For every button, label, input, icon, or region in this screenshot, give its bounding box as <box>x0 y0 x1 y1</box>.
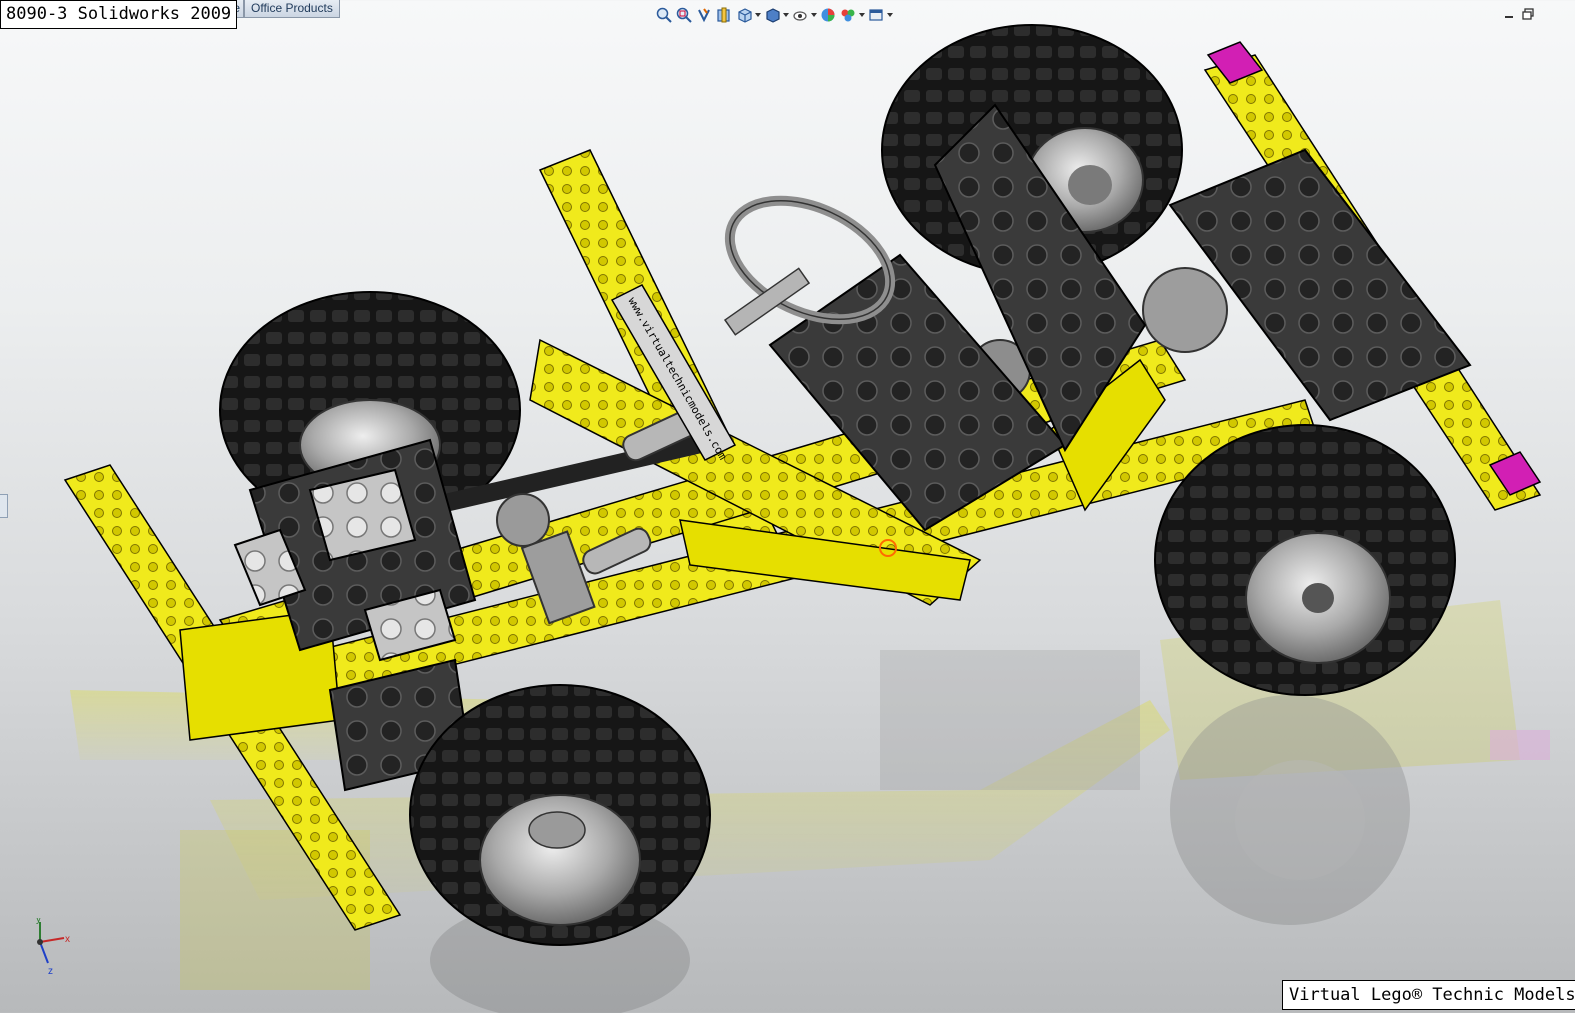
view-settings-icon[interactable] <box>867 6 885 24</box>
apply-scene-icon[interactable] <box>839 6 857 24</box>
triad-x-label: x <box>65 934 70 945</box>
front-right-wheel <box>1154 424 1456 696</box>
reference-triad: x y z <box>28 914 78 983</box>
triad-z-label: z <box>48 966 53 977</box>
feature-manager-toggle[interactable] <box>0 494 8 518</box>
previous-view-icon[interactable] <box>695 6 713 24</box>
edit-appearance-icon[interactable] <box>819 6 837 24</box>
display-style-icon[interactable] <box>763 6 781 24</box>
document-title: 8090-3 Solidworks 2009 <box>0 0 238 29</box>
minimize-icon[interactable] <box>1502 7 1516 21</box>
task-pane-tabs: te Office Products <box>222 0 340 19</box>
view-settings-caret-icon[interactable] <box>887 6 893 24</box>
triad-y-label: y <box>36 918 41 925</box>
view-orientation-icon[interactable] <box>735 6 753 24</box>
front-left-wheel <box>409 684 711 946</box>
lego-model-scene[interactable]: www.virtualtechnicmodels.com <box>0 0 1575 1013</box>
watermark-label: Virtual Lego® Technic Models <box>1282 980 1575 1010</box>
heads-up-view-toolbar <box>655 4 893 26</box>
display-style-caret-icon[interactable] <box>783 6 789 24</box>
hide-show-items-icon[interactable] <box>791 6 809 24</box>
zoom-to-fit-icon[interactable] <box>655 6 673 24</box>
apply-scene-caret-icon[interactable] <box>859 6 865 24</box>
view-orientation-caret-icon[interactable] <box>755 6 761 24</box>
zoom-to-area-icon[interactable] <box>675 6 693 24</box>
restore-icon[interactable] <box>1521 7 1535 21</box>
tab-office-products[interactable]: Office Products <box>244 0 340 18</box>
section-view-icon[interactable] <box>715 6 733 24</box>
graphics-area[interactable]: www.virtualtechnicmodels.com <box>0 0 1575 1013</box>
hide-show-caret-icon[interactable] <box>811 6 817 24</box>
